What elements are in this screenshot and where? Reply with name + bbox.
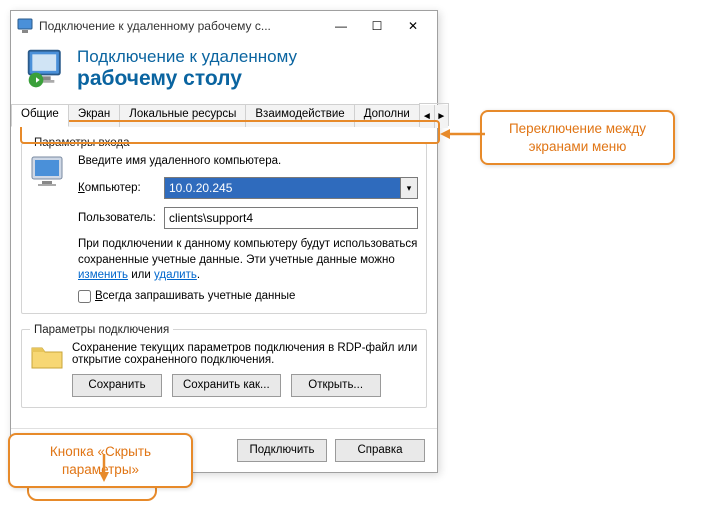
connection-group: Параметры подключения Сохранение текущих…: [21, 324, 427, 408]
tab-display[interactable]: Экран: [68, 104, 120, 127]
connection-legend: Параметры подключения: [30, 324, 173, 336]
tab-scroll-left[interactable]: ◄: [420, 105, 434, 128]
tabs: Общие Экран Локальные ресурсы Взаимодейс…: [11, 103, 437, 127]
tab-local-resources[interactable]: Локальные ресурсы: [119, 104, 246, 127]
rdp-connection-window: Подключение к удаленному рабочему с... —…: [10, 10, 438, 473]
login-group: Параметры входа Введите имя удаленного к…: [21, 137, 427, 314]
rdp-icon: [25, 47, 69, 91]
header-line2: рабочему столу: [77, 67, 297, 91]
tab-advanced[interactable]: Дополни: [354, 104, 420, 127]
credentials-note: При подключении к данному компьютеру буд…: [78, 237, 418, 284]
dialog-body: Параметры входа Введите имя удаленного к…: [11, 127, 437, 428]
connection-desc: Сохранение текущих параметров подключени…: [72, 342, 418, 366]
minimize-button[interactable]: —: [323, 14, 359, 38]
open-button[interactable]: Открыть...: [291, 374, 381, 397]
maximize-button[interactable]: ☐: [359, 14, 395, 38]
tab-general[interactable]: Общие: [11, 104, 69, 127]
delete-credentials-link[interactable]: удалить: [154, 269, 197, 281]
save-as-button[interactable]: Сохранить как...: [172, 374, 281, 397]
always-ask-checkbox-row[interactable]: Всегда запрашивать учетные данные: [78, 290, 418, 303]
callout-switch-screens: Переключение между экранами меню: [480, 110, 675, 165]
folder-icon: [30, 342, 64, 372]
computer-label: Компьютер:: [78, 182, 164, 194]
monitor-icon: [30, 155, 70, 189]
header: Подключение к удаленному рабочему столу: [11, 41, 437, 103]
user-input[interactable]: [164, 207, 418, 229]
login-instruction: Введите имя удаленного компьютера.: [78, 155, 418, 167]
edit-credentials-link[interactable]: изменить: [78, 269, 128, 281]
help-button[interactable]: Справка: [335, 439, 425, 462]
header-line1: Подключение к удаленному: [77, 47, 297, 67]
user-label: Пользователь:: [78, 212, 164, 224]
callout-hide-params: Кнопка «Скрыть параметры»: [8, 433, 193, 488]
window-title: Подключение к удаленному рабочему с...: [39, 19, 323, 33]
computer-combo[interactable]: ▾: [164, 177, 418, 199]
tab-scroll-right[interactable]: ►: [434, 105, 448, 128]
computer-input[interactable]: [164, 177, 400, 199]
close-button[interactable]: ✕: [395, 14, 431, 38]
connect-button[interactable]: Подключить: [237, 439, 327, 462]
titlebar[interactable]: Подключение к удаленному рабочему с... —…: [11, 11, 437, 41]
tab-experience[interactable]: Взаимодействие: [245, 104, 354, 127]
always-ask-checkbox[interactable]: [78, 290, 91, 303]
save-button[interactable]: Сохранить: [72, 374, 162, 397]
login-legend: Параметры входа: [30, 137, 133, 149]
app-icon: [17, 18, 33, 34]
chevron-down-icon[interactable]: ▾: [400, 177, 418, 199]
